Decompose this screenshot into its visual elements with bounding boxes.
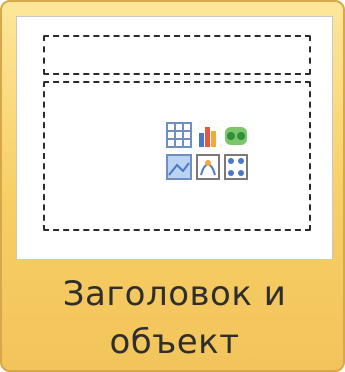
layout-caption: Заголовок и объект: [2, 264, 343, 370]
clipart-icon: [196, 154, 220, 180]
layout-caption-line2: объект: [109, 322, 240, 362]
table-icon: [166, 122, 192, 148]
smartart-icon: [225, 127, 247, 145]
content-icons: [166, 122, 248, 180]
layout-caption-line1: Заголовок и: [62, 274, 287, 314]
picture-icon: [166, 154, 192, 180]
slide-thumbnail: [16, 16, 333, 260]
layout-tile-title-and-content[interactable]: Заголовок и объект: [0, 0, 345, 372]
media-icon: [224, 154, 248, 180]
title-placeholder: [43, 35, 311, 75]
chart-icon: [197, 123, 219, 147]
content-placeholder: [43, 81, 311, 231]
